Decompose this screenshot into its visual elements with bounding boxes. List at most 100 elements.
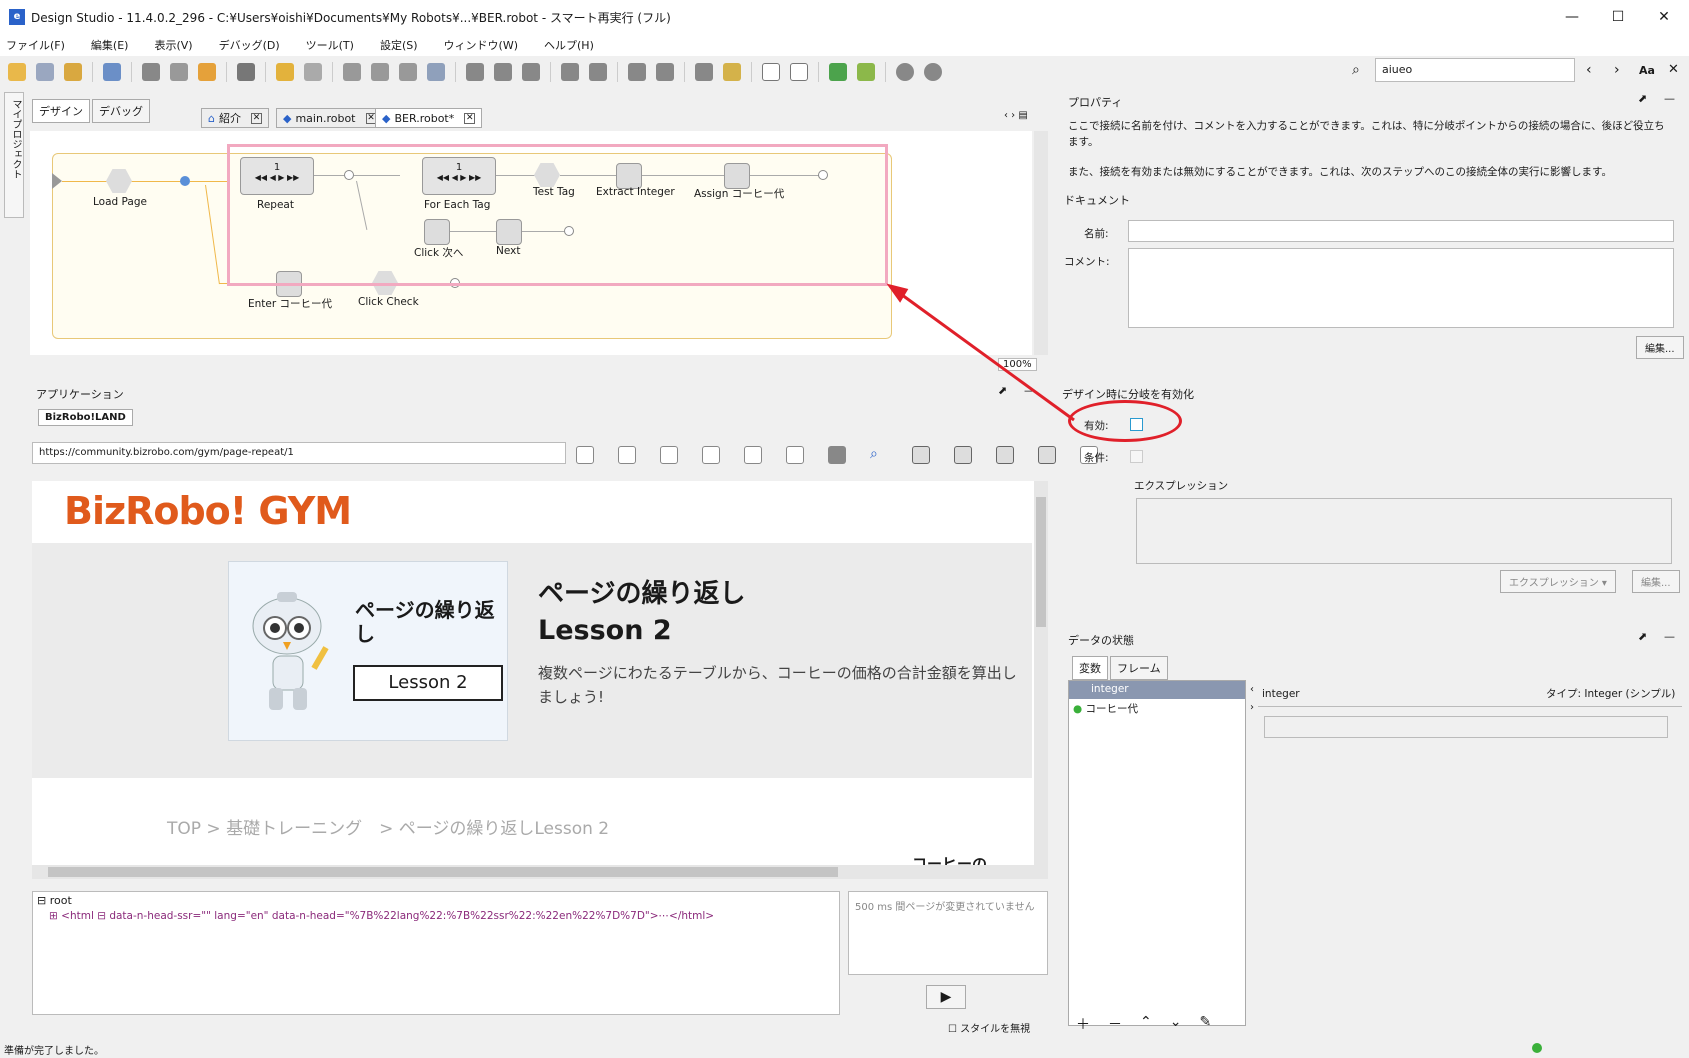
minimize-button[interactable]: — [1549,0,1595,34]
close-icon[interactable]: ✕ [250,112,262,124]
search-next-icon[interactable]: › [1614,62,1620,78]
add-icon[interactable]: ＋ [1076,1014,1090,1034]
match-case-button[interactable]: Aa [1639,64,1655,77]
menu-edit[interactable]: 編集(E) [91,37,129,53]
stop-icon[interactable] [142,63,160,81]
debug-step-icon[interactable] [857,63,875,81]
browser-vscroll[interactable] [1034,481,1048,865]
disconnect-icon[interactable] [656,63,674,81]
menu-debug[interactable]: デバッグ(D) [219,37,280,53]
nav-last-icon[interactable] [702,446,720,464]
refresh-icon[interactable] [64,63,82,81]
try-icon[interactable] [695,63,713,81]
maximize-panel-icon[interactable]: ⬈ [998,384,1007,397]
variable-item-integer[interactable]: integer [1069,681,1245,699]
close-button[interactable]: ✕ [1641,0,1687,34]
remove-icon[interactable]: － [1108,1014,1122,1034]
lesson-card[interactable]: ページの繰り返し Lesson 2 [228,561,508,741]
search-input[interactable]: aiueo [1375,58,1575,82]
page-icon[interactable] [828,446,846,464]
add-frame-icon[interactable] [954,446,972,464]
name-input[interactable] [1128,220,1674,242]
browser-view[interactable]: BizRobo! GYM ページの繰り返し Lesson 2 ページの繰り返し … [32,481,1048,865]
collapse-icon[interactable]: ‹ [1250,684,1254,695]
move-up-icon[interactable]: ⌃ [1140,1014,1152,1034]
menu-window[interactable]: ウィンドウ(W) [444,37,518,53]
variables-list[interactable]: integer ● コーヒー代 [1068,680,1246,1026]
delete-icon[interactable] [237,63,255,81]
clear-icon[interactable] [427,63,445,81]
menu-file[interactable]: ファイル(F) [6,37,65,53]
edit-comment-button[interactable]: 編集... [1636,336,1684,359]
step-before-icon[interactable] [466,63,484,81]
step-after-icon[interactable] [494,63,512,81]
maximize-panel-icon[interactable]: ⬈ [1638,630,1647,643]
edit-icon[interactable]: ✎ [1199,1014,1211,1034]
copy-icon[interactable] [371,63,389,81]
tab-bizrobo-land[interactable]: BizRobo!LAND [38,409,133,426]
tab-scroll-controls[interactable]: ‹ › ▤ [1004,110,1028,121]
step-icon[interactable] [170,63,188,81]
minimize-panel-icon[interactable]: — [1664,92,1675,105]
paste-icon[interactable] [399,63,417,81]
undo-icon[interactable] [276,63,294,81]
maximize-panel-icon[interactable]: ⬈ [1638,92,1647,105]
tab-variables[interactable]: 変数 [1072,656,1108,680]
canvas-scrollbar[interactable] [1034,131,1048,355]
branch-icon[interactable] [522,63,540,81]
zoom-icon[interactable]: ⌕ [870,446,888,464]
menu-settings[interactable]: 設定(S) [380,37,418,53]
play-button[interactable]: ▶ [926,985,966,1009]
nav-first-icon[interactable] [576,446,594,464]
help-icon[interactable] [896,63,914,81]
connect-icon[interactable] [628,63,646,81]
bizrobo-gym-logo[interactable]: BizRobo! GYM [64,489,352,533]
nav-top-icon[interactable] [744,446,762,464]
open-icon[interactable] [8,63,26,81]
conditional-icon[interactable] [723,63,741,81]
save-all-icon[interactable] [36,63,54,81]
condition-checkbox[interactable] [1130,450,1143,463]
frame-icon[interactable] [912,446,930,464]
minimize-panel-icon[interactable]: — [1024,384,1035,397]
tab-main-robot[interactable]: ◆ main.robot ✕ [276,108,384,128]
tab-debug[interactable]: デバッグ [92,99,150,123]
robot-icon[interactable] [103,63,121,81]
menu-help[interactable]: ヘルプ(H) [544,37,594,53]
copy-frame-icon[interactable] [1038,446,1056,464]
tab-ber-robot[interactable]: ◆ BER.robot* ✕ [375,108,483,128]
group-icon[interactable] [561,63,579,81]
cut-icon[interactable] [343,63,361,81]
browser-hscroll[interactable] [32,865,1048,879]
tab-frames[interactable]: フレーム [1110,656,1168,680]
tree-root[interactable]: ⊟ root [37,894,72,907]
ungroup-icon[interactable] [589,63,607,81]
lesson-button[interactable]: Lesson 2 [353,665,503,701]
comment-input[interactable] [1128,248,1674,328]
close-icon[interactable]: ✕ [464,112,476,124]
run-icon[interactable] [198,63,216,81]
breadcrumb[interactable]: TOP > 基礎トレーニング > ページの繰り返しLesson 2 [167,814,609,839]
search-prev-icon[interactable]: ‹ [1586,62,1592,78]
nav-down-icon[interactable] [660,446,678,464]
move-down-icon[interactable]: ⌄ [1170,1014,1182,1034]
branch-point[interactable] [180,176,190,186]
expression-edit-button[interactable]: 編集... [1632,570,1680,593]
debug-run-icon[interactable] [829,63,847,81]
my-projects-tab[interactable]: マイプロジェクト [4,92,24,218]
zoom-select[interactable]: 100% [998,358,1037,371]
expand-icon[interactable]: › [1250,702,1254,713]
expression-input[interactable] [1136,498,1672,564]
nav-bottom-icon[interactable] [786,446,804,464]
url-input[interactable]: https://community.bizrobo.com/gym/page-r… [32,442,566,464]
tab-design[interactable]: デザイン [32,99,90,123]
remove-frame-icon[interactable] [996,446,1014,464]
collapse-icon[interactable] [790,63,808,81]
minimize-panel-icon[interactable]: — [1664,630,1675,643]
expand-icon[interactable] [762,63,780,81]
menu-tools[interactable]: ツール(T) [306,37,354,53]
redo-icon[interactable] [304,63,322,81]
value-input[interactable] [1264,716,1668,738]
dom-tree[interactable]: ⊟ root ⊞ <html ⊟ data-n-head-ssr="" lang… [32,891,840,1015]
maximize-button[interactable]: ☐ [1595,0,1641,34]
